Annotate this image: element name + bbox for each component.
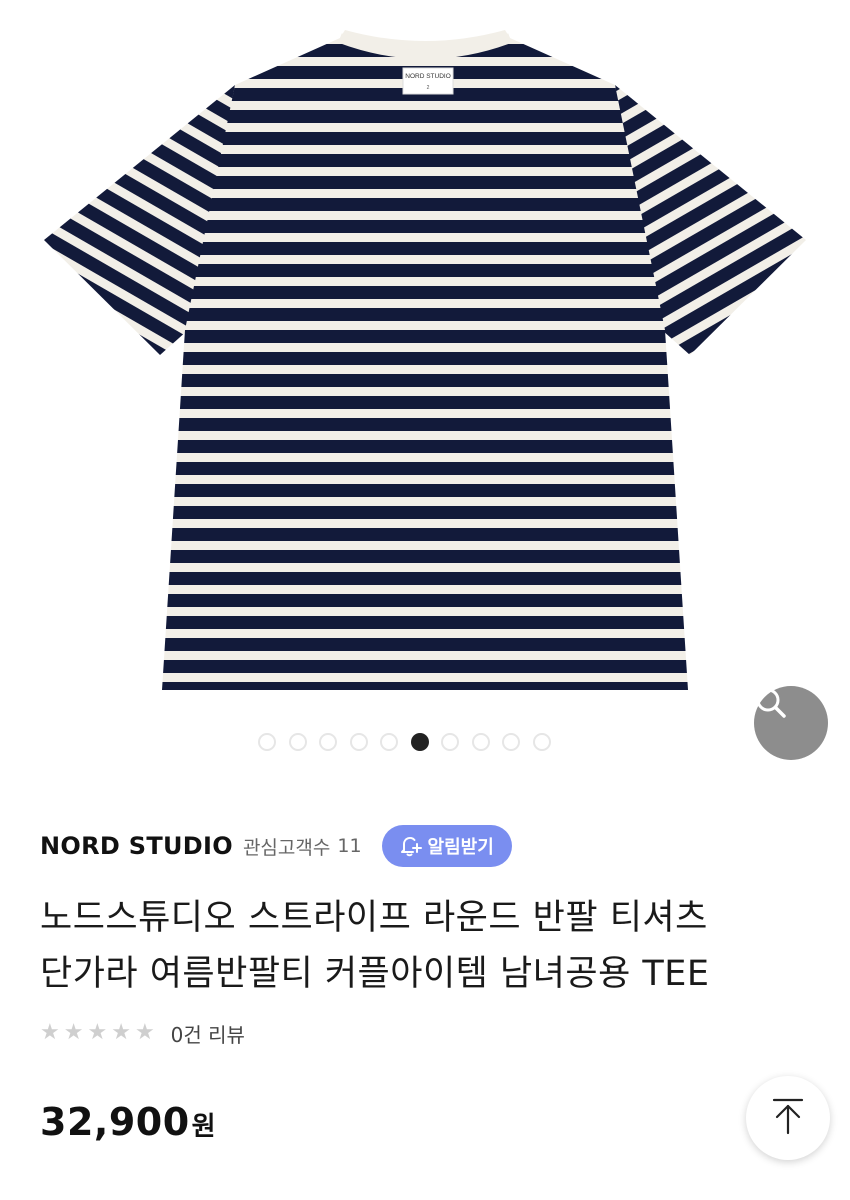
- arrow-up-to-top-icon: [768, 1096, 808, 1140]
- interest-count: 11: [337, 835, 362, 857]
- star-icon: ★: [134, 1020, 155, 1045]
- brand-row: NORD STUDIO 관심고객수 11 알림받기: [40, 823, 512, 869]
- product-title: 노드스튜디오 스트라이프 라운드 반팔 티셔츠 단가라 여름반팔티 커플아이템 …: [40, 890, 820, 1002]
- star-icon: ★: [40, 1020, 60, 1045]
- gallery-dot[interactable]: [349, 733, 368, 751]
- product-image-gallery[interactable]: NORD STUDIO 2: [0, 0, 850, 780]
- notify-label: 알림받기: [427, 837, 494, 858]
- gallery-dot[interactable]: [441, 733, 459, 751]
- gallery-dot[interactable]: [258, 733, 276, 751]
- gallery-dot[interactable]: [380, 733, 398, 751]
- gallery-dot[interactable]: [288, 733, 307, 751]
- star-icon: ★: [63, 1020, 84, 1045]
- rating-row[interactable]: ★ ★ ★ ★ ★ 0건 리뷰: [40, 1016, 245, 1050]
- star-icon: ★: [87, 1020, 108, 1045]
- product-title-line-1: 노드스튜디오 스트라이프 라운드 반팔 티셔츠: [40, 898, 708, 938]
- interest-label: 관심고객수: [242, 836, 331, 859]
- rating-stars: ★ ★ ★ ★ ★: [40, 1022, 155, 1044]
- price-currency: 원: [191, 1112, 216, 1142]
- review-count[interactable]: 0건 리뷰: [171, 1019, 245, 1048]
- zoom-button[interactable]: [754, 686, 828, 760]
- notify-button[interactable]: 알림받기: [381, 825, 512, 867]
- star-icon: ★: [111, 1020, 131, 1045]
- product-photo: NORD STUDIO 2: [44, 30, 806, 690]
- gallery-dot[interactable]: [532, 733, 551, 751]
- bell-plus-icon: [398, 834, 422, 858]
- price-row: 32,900 원: [40, 1100, 216, 1144]
- gallery-dot[interactable]: [471, 733, 490, 751]
- brand-name[interactable]: NORD STUDIO: [40, 832, 233, 860]
- label-size-text: 2: [427, 85, 430, 91]
- product-title-line-2: 단가라 여름반팔티 커플아이템 남녀공용 TEE: [40, 954, 710, 994]
- gallery-dot[interactable]: [410, 733, 429, 751]
- gallery-dot[interactable]: [502, 733, 520, 751]
- price-value: 32,900: [40, 1100, 190, 1144]
- gallery-pagination: [258, 733, 551, 751]
- label-brand-text: NORD STUDIO: [405, 73, 451, 80]
- scroll-top-button[interactable]: [746, 1076, 830, 1160]
- gallery-dot[interactable]: [319, 733, 337, 751]
- shirt-body: [162, 38, 688, 690]
